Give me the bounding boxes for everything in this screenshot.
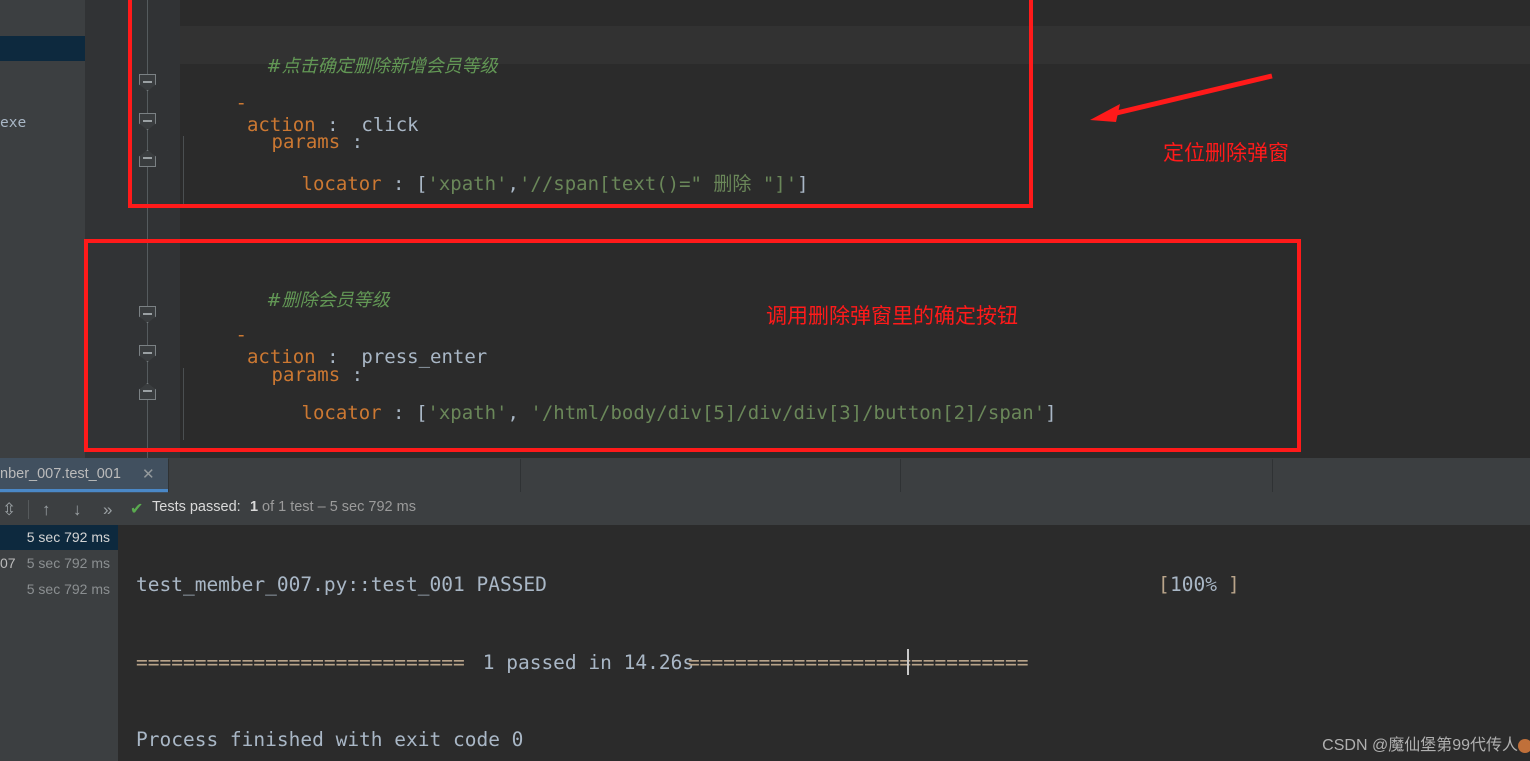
watermark-avatar-dot — [1518, 739, 1530, 753]
project-selected-row[interactable] — [0, 36, 85, 61]
test-tree-row-0[interactable]: 5 sec 792 ms — [0, 525, 118, 550]
key-locator-2: locator — [301, 402, 382, 424]
key-locator-1: locator — [301, 173, 382, 195]
test-tree-row-2[interactable]: 5 sec 792 ms — [0, 577, 118, 602]
csdn-watermark: CSDN @魔仙堡第99代传人 — [1322, 737, 1518, 754]
colon-locator-2: : — [393, 402, 405, 424]
test-tree-row-1[interactable]: 07 5 sec 792 ms — [0, 551, 118, 576]
bracket-open-2: [ — [415, 402, 428, 424]
console-line-process-finished: Process finished with exit code 0 — [136, 728, 524, 751]
test-tree-row-1-name: 07 — [0, 555, 16, 571]
tests-passed-detail: of 1 test – 5 sec 792 ms — [262, 499, 416, 515]
indent-guide-1 — [183, 136, 184, 208]
tab-slot-1[interactable] — [168, 459, 520, 492]
code-editor-area[interactable]: exe #点击确定删除新增会员等级 - action: click param… — [0, 0, 1530, 458]
code-space-11 — [382, 402, 393, 424]
test-runner-toolbar[interactable]: ⇳ ↑ ↓ » ✔ Tests passed: 1 of 1 test – 5 … — [0, 494, 1530, 525]
close-icon[interactable]: ✕ — [142, 467, 155, 482]
console-percent-value: 100% — [1170, 573, 1217, 596]
code-space-12 — [405, 402, 416, 424]
locator-sep-2: , — [507, 402, 531, 424]
tests-passed-count: 1 — [250, 499, 259, 515]
console-summary-right-equals: ============================= — [688, 651, 1029, 674]
indent-guide-2 — [183, 368, 184, 440]
locator-type-1: 'xpath' — [427, 173, 508, 195]
test-tree-row-1-duration: 5 sec 792 ms — [26, 555, 110, 571]
locator-type-2: 'xpath' — [427, 402, 508, 424]
locator-value-1: '//span[text()=" 删除 "]' — [518, 173, 798, 195]
bracket-close-2: ] — [1045, 402, 1057, 424]
annotation-label-bottom: 调用删除弹窗里的确定按钮 — [766, 304, 1018, 328]
tab-active-indicator — [0, 489, 168, 492]
console-text-caret — [907, 649, 909, 675]
more-options-icon[interactable]: » — [103, 500, 112, 519]
bracket-open-1: [ — [415, 173, 428, 195]
collapse-all-icon[interactable]: ⇳ — [2, 500, 16, 519]
annotation-label-top: 定位删除弹窗 — [1163, 141, 1289, 165]
colon-locator-1: : — [393, 173, 405, 195]
tab-slot-4[interactable] — [1272, 459, 1530, 492]
run-tool-window[interactable]: nber_007.test_001 ✕ ⇳ ↑ ↓ » ✔ Tests pass… — [0, 458, 1530, 761]
code-space-5 — [382, 173, 393, 195]
value-action-2: press_enter — [361, 346, 488, 368]
tab-slot-2[interactable] — [520, 459, 900, 492]
value-action-1: click — [361, 114, 419, 136]
test-tree-row-0-duration: 5 sec 792 ms — [26, 529, 110, 545]
locator-value-2: '/html/body/div[5]/div/div[3]/button[2]/… — [530, 402, 1046, 424]
test-tree-panel[interactable]: 5 sec 792 ms 07 5 sec 792 ms 5 sec 792 m… — [0, 525, 118, 761]
console-percent-close: ] — [1228, 573, 1240, 596]
tab-label: nber_007.test_001 — [0, 466, 121, 482]
test-tree-row-2-duration: 5 sec 792 ms — [26, 581, 110, 597]
console-summary-text: 1 passed in 14.26s — [471, 651, 706, 674]
next-failed-test-icon[interactable]: ↓ — [73, 500, 82, 519]
code-text-layer[interactable]: #点击确定删除新增会员等级 - action : click params : … — [180, 0, 1530, 458]
code-space-6 — [405, 173, 416, 195]
run-tab-bar[interactable]: nber_007.test_001 ✕ — [0, 458, 1530, 494]
tab-slot-3[interactable] — [900, 459, 1272, 492]
console-output[interactable]: test_member_007.py::test_001 PASSED [ 10… — [118, 525, 1530, 761]
project-tool-panel[interactable]: exe — [0, 0, 85, 458]
ide-screenshot-root: exe #点击确定删除新增会员等级 - action: click param… — [0, 0, 1530, 761]
console-summary-left-equals: ============================ — [136, 651, 465, 674]
prev-failed-test-icon[interactable]: ↑ — [42, 500, 51, 519]
tests-passed-check-icon: ✔ — [130, 501, 144, 518]
tests-passed-label: Tests passed: — [152, 499, 241, 515]
console-line-test-result: test_member_007.py::test_001 PASSED — [136, 573, 547, 596]
toolbar-divider — [28, 500, 29, 519]
console-percent-open: [ — [1158, 573, 1170, 596]
editor-left-margin — [85, 0, 125, 458]
red-arrow-pointing-left — [1090, 73, 1273, 122]
locator-sep-1: , — [507, 173, 519, 195]
project-file-label: exe — [0, 115, 27, 131]
bracket-close-1: ] — [797, 173, 809, 195]
